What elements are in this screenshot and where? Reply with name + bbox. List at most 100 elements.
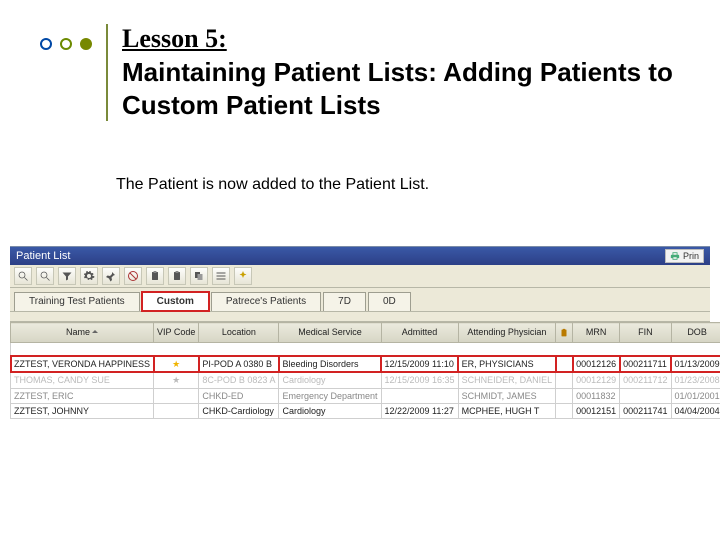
cell-name: ZZTEST, VERONDA HAPPINESS <box>11 356 154 372</box>
cell-mrn: 00012151 <box>573 403 620 418</box>
window-title: Patient List <box>16 250 70 262</box>
header-row: Name VIP Code Location Medical Service A… <box>11 323 720 343</box>
print-button[interactable]: Prin <box>665 249 704 263</box>
cell-admitted: 12/15/2009 16:35 <box>381 372 458 388</box>
pin-icon <box>105 270 117 282</box>
toolbar-clipboard2-button[interactable] <box>168 267 186 285</box>
cell-fin: 000211741 <box>620 403 671 418</box>
table-row[interactable]: ZZTEST, ERIC CHKD-ED Emergency Departmen… <box>11 388 720 403</box>
tab-custom[interactable]: Custom <box>142 292 209 311</box>
cell-mrn: 00012129 <box>573 372 620 388</box>
col-dob[interactable]: DOB <box>671 323 720 343</box>
vip-star-icon <box>154 403 199 418</box>
dot-icon <box>40 38 52 50</box>
cell-location: 8C-POD B 0823 A <box>199 372 279 388</box>
cell-name: ZZTEST, ERIC <box>11 388 154 403</box>
clipboard-icon <box>559 328 569 338</box>
vip-star-icon <box>154 388 199 403</box>
cell-note <box>556 403 573 418</box>
cell-physician: ER, PHYSICIANS <box>458 356 556 372</box>
toolbar-search2-button[interactable] <box>36 267 54 285</box>
toolbar-new-button[interactable] <box>234 267 252 285</box>
print-label: Prin <box>683 251 699 261</box>
printer-icon <box>670 251 680 261</box>
gear-icon <box>83 270 95 282</box>
search-icon <box>17 270 29 282</box>
cell-dob: 01/23/2008 <box>671 372 720 388</box>
lesson-title: Maintaining Patient Lists: Adding Patien… <box>122 56 680 121</box>
spacer <box>10 312 710 322</box>
toolbar-search-button[interactable] <box>14 267 32 285</box>
clipboard-icon <box>149 270 161 282</box>
patient-list-window: Patient List Prin Training Test Patients… <box>10 246 710 419</box>
cell-service: Bleeding Disorders <box>279 356 381 372</box>
cell-service: Cardiology <box>279 372 381 388</box>
cell-fin <box>620 388 671 403</box>
search-icon <box>39 270 51 282</box>
table-row[interactable]: ZZTEST, JOHNNY CHKD-Cardiology Cardiolog… <box>11 403 720 418</box>
caption-text: The Patient is now added to the Patient … <box>116 176 429 194</box>
cell-mrn: 00012126 <box>573 356 620 372</box>
lesson-number: Lesson 5: <box>122 24 680 54</box>
tab-7d[interactable]: 7D <box>323 292 366 311</box>
cell-service: Emergency Department <box>279 388 381 403</box>
cell-admitted <box>381 388 458 403</box>
toolbar <box>10 265 710 288</box>
tabstrip: Training Test Patients Custom Patrece's … <box>10 288 710 312</box>
tab-training-test-patients[interactable]: Training Test Patients <box>14 292 140 311</box>
toolbar-cancel-button[interactable] <box>124 267 142 285</box>
dot-icon <box>60 38 72 50</box>
cell-note <box>556 388 573 403</box>
toolbar-clipboard-button[interactable] <box>146 267 164 285</box>
col-mrn[interactable]: MRN <box>573 323 620 343</box>
col-physician[interactable]: Attending Physician <box>458 323 556 343</box>
cell-location: CHKD-ED <box>199 388 279 403</box>
cell-name: THOMAS, CANDY SUE <box>11 372 154 388</box>
toolbar-pin-button[interactable] <box>102 267 120 285</box>
copy-icon <box>193 270 205 282</box>
spacer-row <box>11 342 720 356</box>
tab-patreces-patients[interactable]: Patrece's Patients <box>211 292 321 311</box>
col-service[interactable]: Medical Service <box>279 323 381 343</box>
col-admitted[interactable]: Admitted <box>381 323 458 343</box>
cell-fin: 000211711 <box>620 356 671 372</box>
filter-icon <box>61 270 73 282</box>
table-row[interactable]: ZZTEST, VERONDA HAPPINESS ★ PI-POD A 038… <box>11 356 720 372</box>
cell-dob: 01/01/2001 <box>671 388 720 403</box>
toolbar-copy-button[interactable] <box>190 267 208 285</box>
tab-0d[interactable]: 0D <box>368 292 411 311</box>
cell-dob: 04/04/2004 <box>671 403 720 418</box>
toolbar-list-button[interactable] <box>212 267 230 285</box>
cancel-icon <box>127 270 139 282</box>
cell-physician: MCPHEE, HUGH T <box>458 403 556 418</box>
table-row[interactable]: THOMAS, CANDY SUE ★ 8C-POD B 0823 A Card… <box>11 372 720 388</box>
toolbar-filter-button[interactable] <box>58 267 76 285</box>
cell-admitted: 12/15/2009 11:10 <box>381 356 458 372</box>
col-name[interactable]: Name <box>11 323 154 343</box>
window-titlebar: Patient List Prin <box>10 247 710 265</box>
cell-physician: SCHMIDT, JAMES <box>458 388 556 403</box>
cell-admitted: 12/22/2009 11:27 <box>381 403 458 418</box>
cell-name: ZZTEST, JOHNNY <box>11 403 154 418</box>
cell-service: Cardiology <box>279 403 381 418</box>
cell-note <box>556 356 573 372</box>
vip-star-icon: ★ <box>154 372 199 388</box>
cell-location: CHKD-Cardiology <box>199 403 279 418</box>
vertical-rule <box>106 24 108 121</box>
col-vip[interactable]: VIP Code <box>154 323 199 343</box>
dot-icon <box>80 38 92 50</box>
cell-dob: 01/13/2009 <box>671 356 720 372</box>
col-location[interactable]: Location <box>199 323 279 343</box>
col-note-icon[interactable] <box>556 323 573 343</box>
cell-physician: SCHNEIDER, DANIEL <box>458 372 556 388</box>
cell-mrn: 00011832 <box>573 388 620 403</box>
decorative-dots <box>40 38 92 50</box>
cell-fin: 000211712 <box>620 372 671 388</box>
clipboard-icon <box>171 270 183 282</box>
sparkle-icon <box>237 270 249 282</box>
patient-table: Name VIP Code Location Medical Service A… <box>10 322 720 419</box>
toolbar-props-button[interactable] <box>80 267 98 285</box>
vip-star-icon: ★ <box>154 356 199 372</box>
cell-location: PI-POD A 0380 B <box>199 356 279 372</box>
col-fin[interactable]: FIN <box>620 323 671 343</box>
